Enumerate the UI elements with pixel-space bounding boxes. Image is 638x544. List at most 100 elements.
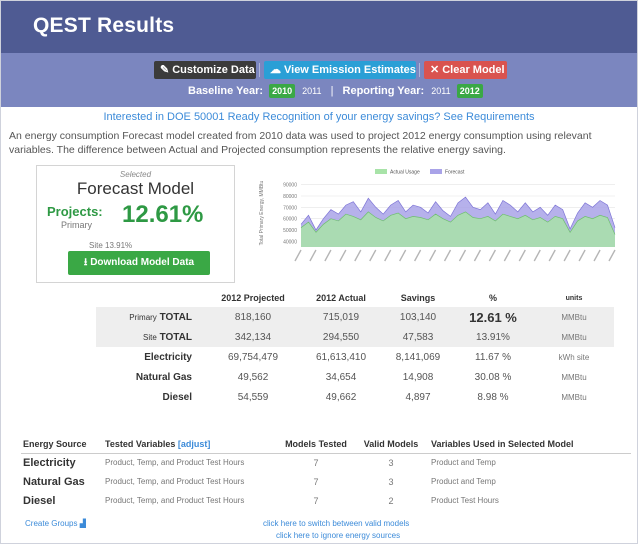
customize-data-button[interactable]: ✎ Customize Data [154, 61, 256, 79]
toolbar: ✎ Customize Data ☁ View Emission Estimates… [1, 53, 637, 107]
primary-savings-value: 12.61% [122, 201, 204, 228]
y-axis-label: Total Primary Energy, MMBtu [259, 180, 265, 245]
x-tick-mark [369, 249, 377, 262]
row-label: Natural Gas [135, 371, 192, 383]
forecast-chart-svg: 90000 80000 70000 60000 50000 40000 Total Prim… [259, 169, 616, 262]
baseline-year-label: Baseline Year: [188, 85, 264, 97]
projected-cell: 818,160 [208, 307, 298, 327]
y-tick-label: 70000 [283, 205, 297, 211]
results-row-electricity: Electricity 69,754,479 61,613,410 8,141,… [96, 347, 614, 367]
results-header-actual: 2012 Actual [316, 293, 366, 303]
x-tick-mark [309, 249, 317, 262]
x-tick-mark [339, 249, 347, 262]
forecast-chart: 90000 80000 70000 60000 50000 40000 Total Prim… [249, 165, 621, 283]
doe-50001-link[interactable]: Interested in DOE 50001 Ready Recognitio… [1, 111, 637, 123]
baseline-year-2011[interactable]: 2011 [302, 86, 321, 96]
x-tick-mark [443, 249, 452, 262]
x-tick-mark [608, 249, 616, 262]
y-tick-label: 90000 [283, 183, 297, 189]
projected-cell: 54,559 [237, 391, 269, 403]
results-row-natural-gas: Natural Gas 49,562 34,654 14,908 30.08 %… [96, 367, 614, 387]
create-groups-link[interactable]: Create Groups ▟ [25, 519, 86, 528]
x-tick-mark [414, 249, 422, 262]
results-header-row: 2012 Projected 2012 Actual Savings % uni… [96, 289, 614, 307]
reporting-year-2011[interactable]: 2011 [431, 86, 450, 96]
variables-used-cell: Product Test Hours [431, 496, 499, 505]
page-title: QEST Results [33, 14, 175, 37]
results-header-blank [96, 289, 208, 307]
download-model-data-button[interactable]: ⭳ Download Model Data [68, 251, 210, 275]
x-tick-mark [503, 249, 511, 262]
legend-swatch [375, 169, 387, 174]
row-label-text: TOTAL [159, 331, 192, 343]
view-emission-estimates-button[interactable]: ☁ View Emission Estimates [264, 61, 416, 79]
percent-cell: 13.91% [452, 327, 534, 347]
x-tick-mark [384, 249, 392, 262]
row-prefix: Primary [129, 312, 157, 322]
x-tick-mark [563, 249, 571, 262]
header-variables-used: Variables Used in Selected Model [429, 435, 631, 454]
x-tick-mark [458, 249, 467, 262]
x-tick-mark [324, 249, 332, 262]
x-tick-mark [593, 249, 601, 262]
valid-models-cell: 3 [388, 476, 394, 487]
close-icon: ✕ [430, 64, 440, 76]
clear-model-label: Clear Model [442, 64, 505, 76]
adjust-link[interactable]: [adjust] [178, 439, 211, 449]
y-tick-label: 60000 [283, 217, 297, 223]
savings-cell: 47,583 [384, 327, 452, 347]
view-emission-label: View Emission Estimates [284, 64, 416, 76]
models-tested-cell: 7 [313, 476, 319, 487]
actual-cell: 34,654 [325, 371, 357, 383]
reporting-year-label: Reporting Year: [342, 85, 425, 97]
unit-cell: MMBtu [561, 392, 587, 402]
y-tick-label: 40000 [283, 239, 297, 245]
x-tick-mark [518, 249, 526, 262]
results-header-projected: 2012 Projected [221, 293, 285, 303]
row-label: Site TOTAL [96, 327, 208, 347]
forecast-model-panel: Selected Forecast Model Projects: Primar… [36, 165, 235, 283]
site-savings-value: 13.91% [105, 241, 133, 250]
reporting-year-2012[interactable]: 2012 [456, 84, 483, 98]
percent-cell: 30.08 % [474, 371, 512, 383]
legend-label: Forecast [445, 170, 465, 176]
row-label-text: TOTAL [159, 311, 192, 323]
unit-cell: MMBtu [534, 327, 614, 347]
variables-table: Energy Source Tested Variables [adjust] … [21, 435, 631, 510]
results-row-site-total: Site TOTAL 342,134 294,550 47,583 13.91%… [96, 327, 614, 347]
energy-source-cell: Natural Gas [23, 475, 85, 488]
model-title: Forecast Model [76, 179, 195, 198]
projected-cell: 69,754,479 [227, 351, 279, 363]
percent-cell: 12.61 % [452, 307, 534, 327]
row-prefix: Site [143, 332, 157, 342]
models-tested-cell: 7 [313, 495, 319, 506]
actual-cell: 49,662 [325, 391, 357, 403]
intro-text: An energy consumption Forecast model cre… [9, 130, 592, 156]
clear-model-button[interactable]: ✕ Clear Model [424, 61, 507, 79]
baseline-year-2010[interactable]: 2010 [269, 84, 296, 98]
tested-variables-cell: Product, Temp, and Product Test Hours [105, 477, 245, 486]
tested-variables-cell: Product, Temp, and Product Test Hours [105, 496, 245, 505]
actual-cell: 715,019 [298, 307, 384, 327]
row-label: Diesel [162, 391, 192, 403]
row-label: Primary TOTAL [96, 307, 208, 327]
projected-cell: 49,562 [237, 371, 269, 383]
download-label: Download Model Data [90, 257, 195, 268]
energy-source-cell: Diesel [23, 494, 56, 507]
switch-models-link[interactable]: click here to switch between valid model… [263, 519, 409, 528]
page: QEST Results ✎ Customize Data ☁ View Emiss… [0, 0, 638, 544]
x-tick-mark [294, 249, 302, 262]
variables-header-row: Energy Source Tested Variables [adjust] … [21, 435, 631, 454]
year-divider: | [330, 85, 334, 97]
variables-used-cell: Product and Temp [431, 477, 496, 486]
primary-label: Primary [61, 220, 92, 230]
header-energy-source: Energy Source [21, 435, 103, 454]
cloud-icon: ☁ [270, 64, 281, 76]
ignore-sources-link[interactable]: click here to ignore energy sources [276, 531, 400, 540]
x-tick-mark [473, 249, 482, 262]
y-tick-label: 50000 [283, 228, 297, 234]
y-tick-label: 80000 [283, 194, 297, 200]
legend-swatch [430, 169, 442, 174]
projects-label: Projects: [47, 204, 103, 219]
results-header-savings: Savings [400, 293, 436, 303]
